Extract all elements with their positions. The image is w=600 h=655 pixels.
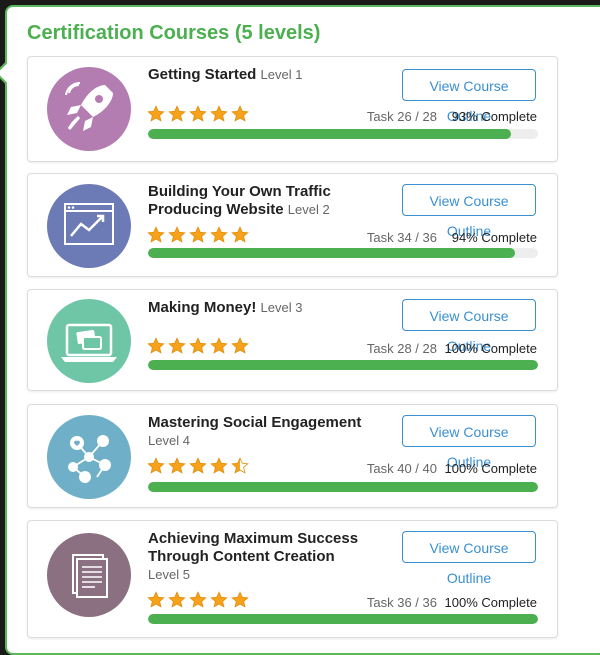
star-icon <box>231 457 249 474</box>
view-course-outline-button[interactable]: View Course Outline <box>402 415 536 470</box>
progress-bar <box>148 614 538 624</box>
course-title: Making Money! Level 3 <box>148 299 303 316</box>
percent-complete: 100% Complete <box>444 595 538 610</box>
star-icon <box>189 591 207 608</box>
star-icon <box>168 105 186 122</box>
view-course-outline-button[interactable]: View Course Outline <box>402 299 536 354</box>
documents-icon <box>47 533 131 617</box>
certification-panel: Certification Courses (5 levels) Getting… <box>0 5 600 655</box>
course-card: Getting Started Level 1 View Course Outl… <box>27 56 558 162</box>
star-icon <box>189 226 207 243</box>
star-icon <box>231 591 249 608</box>
rating-stars <box>147 337 249 355</box>
star-icon <box>147 105 165 122</box>
progress-fill <box>148 129 511 139</box>
percent-complete: 94% Complete <box>451 230 537 245</box>
progress-fill <box>148 248 515 258</box>
star-icon <box>210 591 228 608</box>
view-course-outline-button[interactable]: View Course Outline <box>402 69 536 124</box>
course-title: Mastering Social Engagement Level 4 <box>148 414 362 448</box>
star-icon <box>189 105 207 122</box>
progress-bar <box>148 482 538 492</box>
growth-chart-icon <box>47 184 131 268</box>
course-level: Level 1 <box>260 67 303 82</box>
progress-bar <box>148 360 538 370</box>
panel-title: Certification Courses (5 levels) <box>27 22 321 44</box>
task-count: Task 40 / 40 <box>366 461 437 476</box>
progress-bar <box>148 248 538 258</box>
task-count: Task 34 / 36 <box>366 230 437 245</box>
course-title: Achieving Maximum Success Through Conten… <box>148 530 359 582</box>
star-icon <box>147 337 165 354</box>
course-card: Mastering Social Engagement Level 4 View … <box>27 404 558 508</box>
star-icon <box>231 337 249 354</box>
star-icon <box>210 337 228 354</box>
rating-stars <box>147 226 249 244</box>
progress-fill <box>148 614 538 624</box>
rating-stars <box>147 457 249 475</box>
view-course-outline-button[interactable]: View Course Outline <box>402 531 536 586</box>
progress-fill <box>148 360 538 370</box>
task-count: Task 28 / 28 <box>366 341 437 356</box>
star-icon <box>210 105 228 122</box>
course-card: Achieving Maximum Success Through Conten… <box>27 520 558 638</box>
star-icon <box>189 457 207 474</box>
panel-pointer <box>0 61 18 85</box>
percent-complete: 93% Complete <box>451 109 537 124</box>
course-card: Making Money! Level 3 View Course Outlin… <box>27 289 558 391</box>
progress-bar <box>148 129 538 139</box>
star-icon <box>168 457 186 474</box>
social-network-icon <box>47 415 131 499</box>
star-icon <box>231 226 249 243</box>
star-icon <box>147 591 165 608</box>
view-course-outline-button[interactable]: View Course Outline <box>402 184 536 239</box>
laptop-credit-card-icon <box>47 299 131 383</box>
percent-complete: 100% Complete <box>444 461 538 476</box>
course-level: Level 5 <box>148 567 190 582</box>
course-level: Level 2 <box>287 202 330 217</box>
rocket-icon <box>47 67 131 151</box>
course-level: Level 3 <box>260 300 303 315</box>
rating-stars <box>147 105 249 123</box>
star-icon <box>168 337 186 354</box>
star-icon <box>168 591 186 608</box>
task-count: Task 36 / 36 <box>366 595 437 610</box>
star-icon <box>210 457 228 474</box>
course-card: Building Your Own Traffic Producing Webs… <box>27 173 558 277</box>
star-icon <box>168 226 186 243</box>
course-title: Getting Started Level 1 <box>148 66 303 83</box>
star-icon <box>231 105 249 122</box>
star-icon <box>147 457 165 474</box>
star-icon <box>147 226 165 243</box>
course-level: Level 4 <box>148 433 190 448</box>
percent-complete: 100% Complete <box>444 341 538 356</box>
progress-fill <box>148 482 538 492</box>
star-icon <box>189 337 207 354</box>
course-title: Building Your Own Traffic Producing Webs… <box>148 183 331 218</box>
rating-stars <box>147 591 249 609</box>
task-count: Task 26 / 28 <box>366 109 437 124</box>
star-icon <box>210 226 228 243</box>
